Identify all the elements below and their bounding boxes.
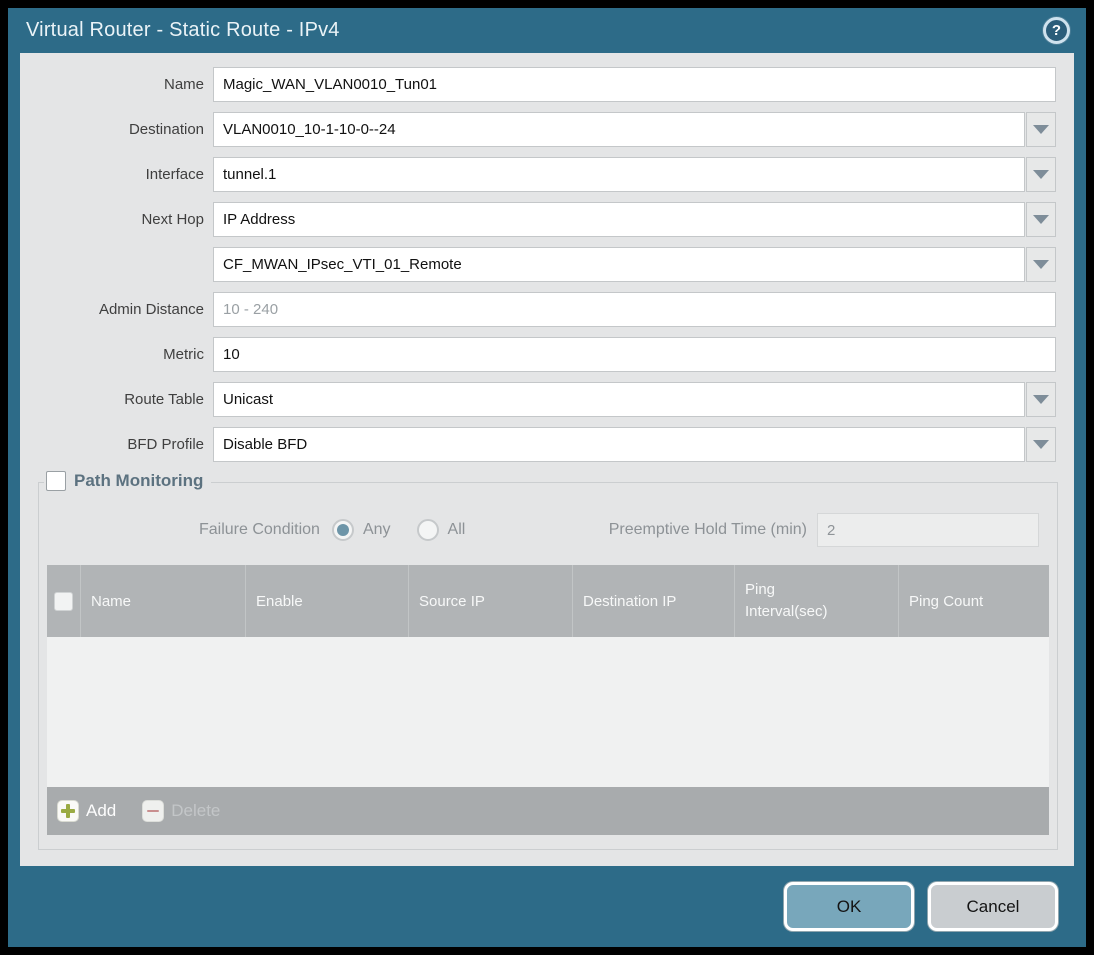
column-header-source-ip[interactable]: Source IP [409,565,573,637]
next-hop-label: Next Hop [141,211,204,228]
column-header-destination-ip[interactable]: Destination IP [573,565,735,637]
path-monitoring-table: Name Enable Source IP Destination IP Pin… [47,565,1049,835]
preemptive-hold-time-input[interactable] [817,513,1039,547]
add-button-label: Add [86,801,117,820]
dialog-titlebar: Virtual Router - Static Route - IPv4 ? [8,8,1086,53]
form-row-next-hop: Next Hop [20,202,1074,237]
interface-dropdown-button[interactable] [1026,157,1056,192]
failure-condition-row: Failure Condition Any All Preemptive Hol… [39,513,1057,547]
path-monitoring-title: Path Monitoring [74,471,204,490]
path-monitoring-checkbox[interactable] [46,471,66,491]
radio-dot [336,524,349,536]
chevron-down-icon [1033,260,1049,269]
dialog-title: Virtual Router - Static Route - IPv4 [26,19,340,41]
next-hop-type-input[interactable] [213,202,1025,237]
radio-all-label: All [447,521,466,538]
interface-input[interactable] [213,157,1025,192]
chevron-down-icon [1033,440,1049,449]
path-monitoring-section: Path Monitoring Failure Condition Any Al… [38,471,1058,850]
plus-icon [57,800,79,822]
dialog-footer: OK Cancel [8,866,1086,947]
bfd-profile-dropdown-button[interactable] [1026,427,1056,462]
bfd-profile-label: BFD Profile [127,436,204,453]
select-all-checkbox[interactable] [54,591,73,611]
form-row-next-hop-address [20,247,1074,282]
metric-label: Metric [163,346,204,363]
column-header-ping-count[interactable]: Ping Count [899,565,1049,637]
cancel-button[interactable]: Cancel [928,882,1058,931]
table-header: Name Enable Source IP Destination IP Pin… [47,565,1049,637]
destination-input[interactable] [213,112,1025,147]
form-row-destination: Destination [20,112,1074,147]
column-header-enable[interactable]: Enable [246,565,409,637]
next-hop-address-input[interactable] [213,247,1025,282]
failure-condition-label: Failure Condition [199,521,320,538]
ok-button[interactable]: OK [784,882,914,931]
delete-button[interactable]: Delete [142,800,220,822]
chevron-down-icon [1033,215,1049,224]
table-toolbar: Add Delete [47,787,1049,835]
column-header-ping-interval[interactable]: Ping Interval(sec) [735,565,899,637]
column-header-name[interactable]: Name [81,565,246,637]
next-hop-type-dropdown-button[interactable] [1026,202,1056,237]
next-hop-address-dropdown-button[interactable] [1026,247,1056,282]
interface-label: Interface [145,166,204,183]
dialog-content: Name Destination Interface [20,53,1074,866]
radio-all[interactable] [416,519,439,541]
form-row-bfd-profile: BFD Profile [20,427,1074,462]
form-row-route-table: Route Table [20,382,1074,417]
route-table-dropdown-button[interactable] [1026,382,1056,417]
destination-dropdown-button[interactable] [1026,112,1056,147]
name-label: Name [163,76,204,93]
radio-dot [422,524,434,536]
select-all-checkbox-cell [47,565,81,637]
destination-label: Destination [128,121,204,138]
failure-condition-radio-group: Any All [331,519,491,541]
minus-icon [142,800,165,822]
chevron-down-icon [1033,170,1049,179]
admin-distance-label: Admin Distance [98,301,204,318]
preemptive-hold-time-label: Preemptive Hold Time (min) [608,521,807,538]
form-row-name: Name [20,67,1074,102]
radio-any[interactable] [331,519,354,541]
chevron-down-icon [1033,395,1049,404]
form-row-admin-distance: Admin Distance [20,292,1074,327]
admin-distance-input[interactable] [213,292,1056,327]
form-row-interface: Interface [20,157,1074,192]
delete-button-label: Delete [171,801,221,820]
chevron-down-icon [1033,125,1049,134]
path-monitoring-legend: Path Monitoring [44,471,212,491]
route-table-label: Route Table [124,391,204,408]
radio-any-label: Any [362,521,391,538]
table-body-empty [47,637,1049,787]
form-row-metric: Metric [20,337,1074,372]
bfd-profile-input[interactable] [213,427,1025,462]
name-input[interactable] [213,67,1056,102]
dialog-outer-frame: Virtual Router - Static Route - IPv4 ? N… [0,0,1094,955]
help-icon[interactable]: ? [1043,17,1070,44]
add-button[interactable]: Add [57,800,116,822]
metric-input[interactable] [213,337,1056,372]
static-route-dialog: Virtual Router - Static Route - IPv4 ? N… [8,8,1086,947]
route-table-input[interactable] [213,382,1025,417]
static-route-form: Name Destination Interface [20,53,1074,462]
